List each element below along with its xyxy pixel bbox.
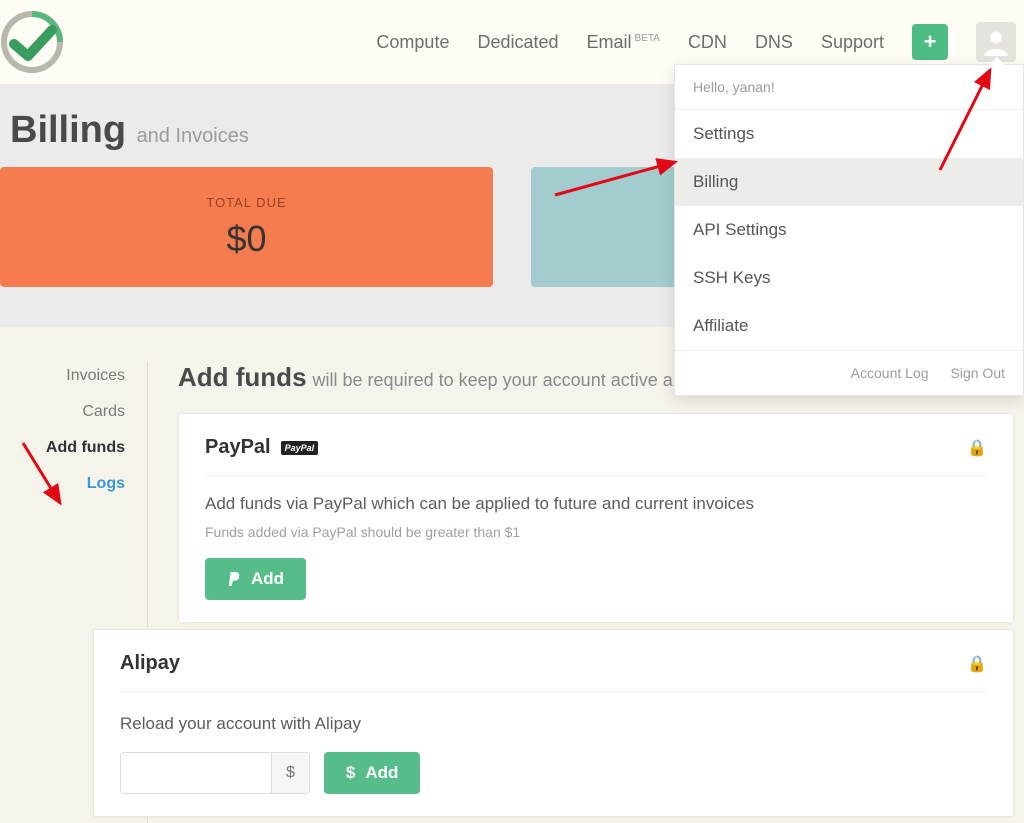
total-due-label: TOTAL DUE [206,195,286,210]
content-area: Invoices Cards Add funds Logs Add fundsw… [0,327,1024,823]
page-title: Billing [10,109,126,151]
dropdown-greeting: Hello, yanan! [675,65,1023,110]
lock-icon: 🔒 [967,438,987,458]
dollar-icon: $ [346,763,355,783]
sidebar-add-funds[interactable]: Add funds [46,439,125,457]
add-button[interactable]: + [912,24,948,60]
paypal-badge-icon: PayPal [281,441,319,455]
dropdown-sign-out[interactable]: Sign Out [951,365,1005,381]
dropdown-settings[interactable]: Settings [675,110,1023,158]
main-nav: Compute Dedicated EmailBETA CDN DNS Supp… [376,22,1016,62]
currency-suffix: $ [271,753,309,793]
dropdown-footer: Account Log Sign Out [675,350,1023,395]
total-due-value: $0 [226,218,266,260]
nav-dns[interactable]: DNS [755,32,793,53]
paypal-title: PayPal [205,436,271,459]
lock-icon: 🔒 [967,654,987,674]
alipay-desc: Reload your account with Alipay [120,714,987,734]
dropdown-ssh-keys[interactable]: SSH Keys [675,254,1023,302]
sidebar-logs[interactable]: Logs [87,475,125,493]
total-due-card: TOTAL DUE $0 [0,167,493,287]
dropdown-account-log[interactable]: Account Log [851,365,929,381]
paypal-panel: PayPal PayPal 🔒 Add funds via PayPal whi… [178,413,1014,623]
dropdown-affiliate[interactable]: Affiliate [675,302,1023,350]
nav-support[interactable]: Support [821,32,884,53]
sidebar-cards[interactable]: Cards [82,403,125,421]
alipay-amount-group: $ [120,752,310,794]
user-avatar[interactable] [976,22,1016,62]
user-dropdown: Hello, yanan! Settings Billing API Setti… [674,64,1024,396]
plus-icon: + [924,29,937,55]
alipay-title: Alipay [120,652,180,675]
user-icon [982,28,1010,56]
nav-dedicated[interactable]: Dedicated [477,32,558,53]
paypal-note: Funds added via PayPal should be greater… [205,524,987,540]
dropdown-api-settings[interactable]: API Settings [675,206,1023,254]
logo[interactable] [0,10,64,74]
sidebar-invoices[interactable]: Invoices [66,367,125,385]
page-subtitle: and Invoices [137,125,249,147]
dropdown-billing[interactable]: Billing [675,158,1023,206]
paypal-p-icon [227,571,241,587]
alipay-panel: Alipay 🔒 Reload your account with Alipay… [93,629,1014,817]
nav-cdn[interactable]: CDN [688,32,727,53]
alipay-amount-input[interactable] [121,753,271,793]
nav-email[interactable]: EmailBETA [587,32,660,53]
nav-compute[interactable]: Compute [376,32,449,53]
main-panel: Add fundswill be required to keep your a… [148,362,1024,823]
paypal-add-button[interactable]: Add [205,558,306,600]
alipay-add-button[interactable]: $ Add [324,752,421,794]
paypal-desc: Add funds via PayPal which can be applie… [205,494,987,514]
